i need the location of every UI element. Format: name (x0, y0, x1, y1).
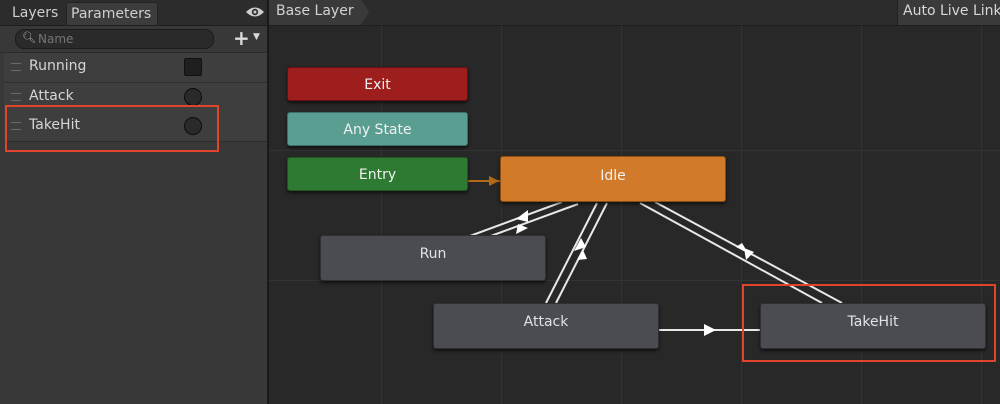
state-exit[interactable]: Exit (287, 67, 468, 101)
breadcrumb[interactable]: Base Layer (269, 0, 369, 25)
auto-live-link-button[interactable]: Auto Live Link (897, 0, 1000, 25)
state-label: Idle (600, 168, 626, 184)
state-label: Any State (343, 122, 412, 138)
state-idle[interactable]: Idle (500, 156, 726, 202)
transition-idle-attack[interactable] (545, 202, 608, 304)
state-run[interactable]: Run (320, 235, 546, 281)
auto-live-link-label: Auto Live Link (903, 3, 1000, 19)
state-attack[interactable]: Attack (433, 303, 659, 349)
state-label: Exit (364, 77, 391, 93)
graph-toolbar: Base Layer Auto Live Link (269, 0, 1000, 26)
breadcrumb-label: Base Layer (276, 3, 354, 19)
state-entry[interactable]: Entry (287, 157, 468, 191)
state-label: Attack (523, 314, 569, 330)
state-any-state[interactable]: Any State (287, 112, 468, 146)
highlight-box-takehit-state (742, 284, 996, 362)
transition-entry-idle[interactable] (468, 176, 500, 186)
state-label: Run (419, 246, 447, 262)
state-label: Entry (358, 167, 397, 183)
